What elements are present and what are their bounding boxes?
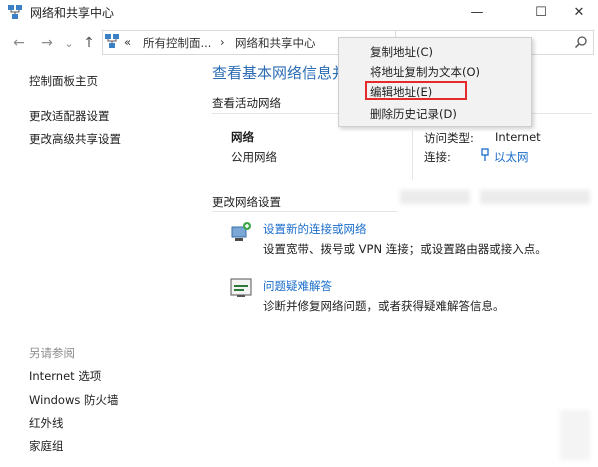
change-settings-heading: 更改网络设置: [212, 195, 281, 209]
menu-delete-history[interactable]: 删除历史记录(D): [370, 106, 457, 122]
see-also-homegroup[interactable]: 家庭组: [29, 438, 64, 454]
sidebar-change-adapter-link[interactable]: 更改适配器设置: [29, 108, 110, 124]
sidebar-advanced-sharing-link[interactable]: 更改高级共享设置: [29, 131, 121, 147]
forward-button[interactable]: →: [38, 35, 56, 51]
network-name: 网络: [231, 130, 254, 144]
menu-copy-address-as-text[interactable]: 将地址复制为文本(O): [370, 64, 480, 80]
network-center-icon: [8, 5, 22, 19]
window-title: 网络和共享中心: [30, 6, 115, 20]
network-center-icon: [105, 34, 119, 48]
redacted-area: [400, 190, 470, 204]
network-type: 公用网络: [231, 150, 277, 164]
see-also-heading: 另请参阅: [29, 346, 75, 360]
address-overflow-icon[interactable]: «: [124, 35, 131, 49]
ethernet-icon: [481, 148, 489, 161]
troubleshoot-link[interactable]: 问题疑难解答: [263, 278, 332, 294]
redacted-area: [480, 190, 590, 204]
redacted-area: [560, 410, 590, 460]
sidebar-home-link[interactable]: 控制面板主页: [29, 73, 98, 89]
divider: [412, 130, 413, 180]
see-also-windows-firewall[interactable]: Windows 防火墙: [29, 392, 119, 408]
see-also-infrared[interactable]: 红外线: [29, 415, 64, 431]
setup-new-connection-desc: 设置宽带、拨号或 VPN 连接；或设置路由器或接入点。: [263, 242, 547, 256]
back-button[interactable]: ←: [10, 35, 28, 51]
new-connection-icon: [231, 222, 251, 241]
highlight-box: [365, 81, 467, 100]
breadcrumb-network-center[interactable]: 网络和共享中心: [235, 35, 316, 51]
search-icon[interactable]: [574, 35, 588, 49]
troubleshoot-icon: [230, 278, 252, 297]
access-type-label: 访问类型:: [424, 131, 474, 145]
see-also-internet-options[interactable]: Internet 选项: [29, 368, 101, 384]
setup-new-connection-link[interactable]: 设置新的连接或网络: [263, 221, 367, 237]
connection-ethernet-link[interactable]: 以太网: [494, 149, 529, 165]
active-networks-heading: 查看活动网络: [212, 96, 281, 110]
menu-copy-address[interactable]: 复制地址(C): [370, 44, 433, 60]
access-type-value: Internet: [495, 130, 541, 144]
connection-label: 连接:: [424, 150, 451, 164]
breadcrumb-separator: ›: [220, 35, 225, 49]
up-button[interactable]: ↑: [80, 35, 98, 51]
minimize-button[interactable]: —: [454, 0, 500, 24]
troubleshoot-desc: 诊断并修复网络问题，或者获得疑难解答信息。: [263, 299, 505, 313]
divider: [212, 211, 397, 212]
page-title: 查看基本网络信息并: [212, 64, 348, 82]
close-button[interactable]: ✕: [556, 0, 598, 24]
recent-locations-button[interactable]: ⌄: [60, 35, 78, 51]
breadcrumb-control-panel[interactable]: 所有控制面...: [143, 35, 211, 51]
